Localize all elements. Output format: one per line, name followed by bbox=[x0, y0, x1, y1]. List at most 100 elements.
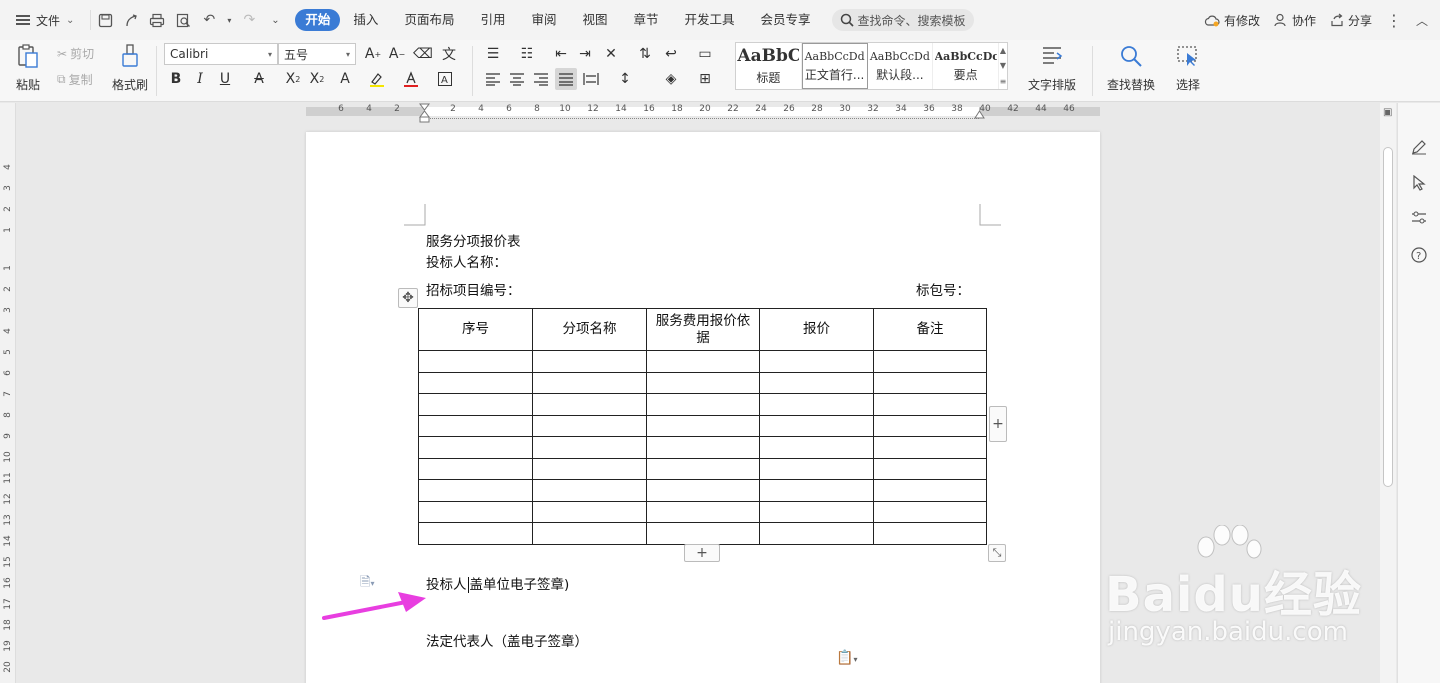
table-cell[interactable] bbox=[532, 436, 647, 459]
table-cell[interactable] bbox=[532, 414, 647, 437]
table-cell[interactable] bbox=[418, 371, 533, 394]
char-border-icon[interactable]: A bbox=[434, 68, 456, 90]
table-cell[interactable] bbox=[873, 350, 987, 373]
header-cell[interactable]: 服务费用报价依据 bbox=[646, 308, 760, 351]
print-preview-icon[interactable] bbox=[173, 10, 193, 30]
settings-sliders-icon[interactable] bbox=[1409, 208, 1429, 228]
bullet-list-icon[interactable]: ☰ bbox=[482, 43, 504, 65]
header-cell[interactable]: 分项名称 bbox=[532, 308, 647, 351]
shading-icon[interactable]: ◈ bbox=[660, 68, 682, 90]
table-cell[interactable] bbox=[646, 414, 760, 437]
command-search[interactable]: 查找命令、搜索模板 bbox=[831, 9, 974, 31]
collapse-ribbon-icon[interactable]: ︿ bbox=[1416, 12, 1428, 29]
table-cell[interactable] bbox=[873, 522, 987, 545]
move-table-icon[interactable]: ✥ bbox=[398, 288, 418, 308]
scroll-up-icon[interactable]: ▲ bbox=[1000, 46, 1006, 55]
text-effect-icon[interactable]: A bbox=[334, 68, 356, 90]
paste-options-icon[interactable]: 📋▾ bbox=[836, 650, 857, 666]
font-size-select[interactable]: 五号 ▾ bbox=[278, 43, 356, 65]
subscript-icon[interactable]: X2 bbox=[306, 68, 328, 90]
grow-font-icon[interactable]: A + bbox=[362, 43, 384, 65]
table-cell[interactable] bbox=[646, 500, 760, 523]
cut-button[interactable]: ✂ 剪切 bbox=[57, 45, 94, 62]
table-cell[interactable] bbox=[759, 350, 874, 373]
phonetic-guide-icon[interactable]: 文 bbox=[438, 43, 460, 65]
table-cell[interactable] bbox=[873, 479, 987, 502]
table-cell[interactable] bbox=[532, 393, 647, 416]
file-menu[interactable]: 文件 ⌄ bbox=[0, 8, 86, 32]
table-cell[interactable] bbox=[418, 457, 533, 480]
header-cell[interactable]: 报价 bbox=[759, 308, 874, 351]
text-layout-button[interactable]: 文字排版 bbox=[1022, 42, 1082, 93]
tab-page-layout[interactable]: 页面布局 bbox=[391, 9, 467, 31]
font-color-icon[interactable] bbox=[400, 68, 422, 90]
table-cell[interactable] bbox=[532, 371, 647, 394]
print-icon[interactable] bbox=[147, 10, 167, 30]
find-replace-button[interactable]: 查找替换 bbox=[1100, 42, 1162, 93]
table-cell[interactable] bbox=[759, 371, 874, 394]
collab-button[interactable]: 协作 bbox=[1274, 12, 1316, 29]
table-cell[interactable] bbox=[873, 393, 987, 416]
scroll-down-icon[interactable]: ▼ bbox=[1000, 61, 1006, 70]
decrease-indent-icon[interactable]: ⇤ bbox=[550, 43, 572, 65]
tab-view[interactable]: 视图 bbox=[569, 9, 620, 31]
table-cell[interactable] bbox=[532, 350, 647, 373]
table-cell[interactable] bbox=[873, 500, 987, 523]
pen-icon[interactable] bbox=[1409, 137, 1429, 157]
header-cell[interactable]: 序号 bbox=[418, 308, 533, 351]
style-heading[interactable]: AaBbC 标题 bbox=[736, 43, 802, 89]
line-spacing-icon[interactable]: ↕ bbox=[614, 68, 636, 90]
styles-scroll[interactable]: ▲ ▼ ≡ bbox=[999, 43, 1007, 89]
table-cell[interactable] bbox=[873, 371, 987, 394]
add-column-button[interactable]: + bbox=[989, 406, 1007, 442]
tab-references[interactable]: 引用 bbox=[467, 9, 518, 31]
tab-home[interactable]: 开始 bbox=[295, 9, 341, 31]
copy-button[interactable]: ⧉ 复制 bbox=[57, 71, 93, 88]
table-cell[interactable] bbox=[646, 393, 760, 416]
strikethrough-icon[interactable]: A bbox=[248, 68, 270, 90]
table-cell[interactable] bbox=[646, 479, 760, 502]
resize-table-icon[interactable]: ⤡ bbox=[988, 544, 1006, 562]
show-marks-icon[interactable]: ↩ bbox=[660, 43, 682, 65]
undo-dropdown-icon[interactable]: ▾ bbox=[225, 10, 233, 30]
vertical-ruler[interactable]: 4 3 2 1 1 2 3 4 5 6 7 8 9 10 11 12 13 14… bbox=[0, 103, 16, 683]
chinese-layout-icon[interactable]: ✕ bbox=[600, 43, 622, 65]
justify-icon[interactable] bbox=[555, 68, 577, 90]
price-table[interactable]: 序号 分项名称 服务费用报价依据 报价 备注 bbox=[418, 308, 987, 545]
table-cell[interactable] bbox=[418, 500, 533, 523]
table-cell[interactable] bbox=[532, 457, 647, 480]
style-body-first-indent[interactable]: AaBbCcDd 正文首行... bbox=[801, 43, 868, 89]
header-cell[interactable]: 备注 bbox=[873, 308, 987, 351]
distribute-icon[interactable] bbox=[580, 68, 602, 90]
table-cell[interactable] bbox=[418, 350, 533, 373]
table-cell[interactable] bbox=[759, 393, 874, 416]
redo-icon[interactable]: ↷ bbox=[239, 10, 259, 30]
numbered-list-icon[interactable]: ☷ bbox=[516, 43, 538, 65]
share-button[interactable]: 分享 bbox=[1330, 12, 1372, 29]
table-cell[interactable] bbox=[759, 479, 874, 502]
tab-insert[interactable]: 插入 bbox=[340, 9, 391, 31]
horizontal-ruler[interactable]: 6 4 2 2 4 6 8 10 12 14 16 18 20 22 24 26… bbox=[306, 103, 1100, 123]
output-pdf-icon[interactable] bbox=[121, 10, 141, 30]
table-cell[interactable] bbox=[759, 522, 874, 545]
style-default-paragraph[interactable]: AaBbCcDd 默认段... bbox=[868, 43, 934, 89]
underline-icon[interactable]: U bbox=[214, 68, 236, 90]
table-cell[interactable] bbox=[646, 371, 760, 394]
tab-developer[interactable]: 开发工具 bbox=[672, 9, 748, 31]
shrink-font-icon[interactable]: A − bbox=[386, 43, 408, 65]
table-cell[interactable] bbox=[418, 479, 533, 502]
table-cell[interactable] bbox=[532, 500, 647, 523]
table-draw-icon[interactable]: ▭ bbox=[694, 43, 716, 65]
align-right-icon[interactable] bbox=[530, 68, 552, 90]
right-indent-marker-icon[interactable] bbox=[974, 109, 985, 119]
table-cell[interactable] bbox=[646, 436, 760, 459]
italic-icon[interactable]: I bbox=[189, 68, 211, 90]
table-cell[interactable] bbox=[532, 522, 647, 545]
table-cell[interactable] bbox=[646, 522, 760, 545]
table-cell[interactable] bbox=[759, 436, 874, 459]
align-left-icon[interactable] bbox=[482, 68, 504, 90]
table-cell[interactable] bbox=[418, 522, 533, 545]
table-cell[interactable] bbox=[418, 436, 533, 459]
tab-review[interactable]: 审阅 bbox=[518, 9, 569, 31]
table-cell[interactable] bbox=[646, 350, 760, 373]
